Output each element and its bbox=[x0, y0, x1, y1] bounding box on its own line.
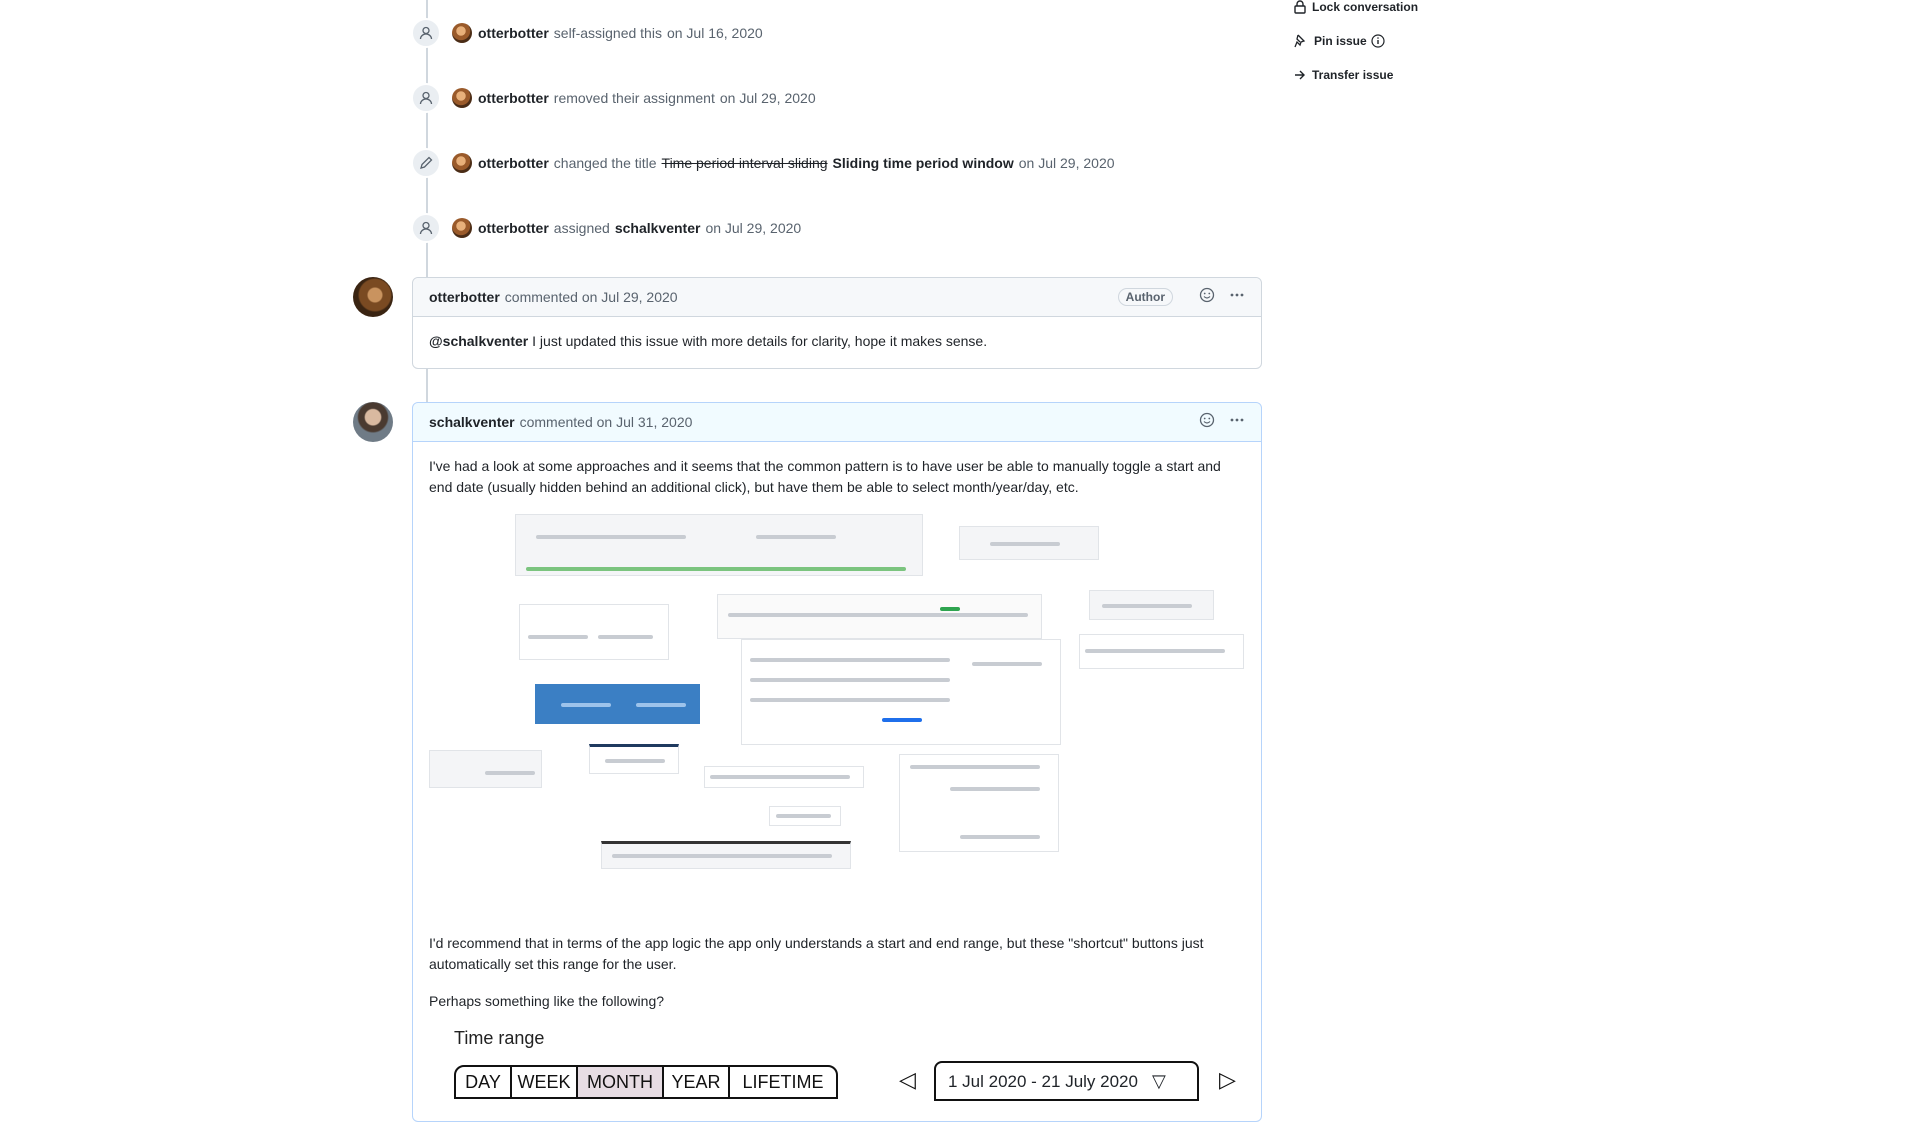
pencil-icon bbox=[411, 148, 441, 178]
comment: schalkventer commented on Jul 31, 2020 I… bbox=[412, 402, 1262, 1122]
event-actor[interactable]: otterbotter bbox=[478, 90, 549, 106]
timeline-event: otterbotter assigned schalkventer on Jul… bbox=[411, 212, 801, 244]
comment-meta[interactable]: commented on Jul 29, 2020 bbox=[505, 289, 678, 305]
triangle-down-icon: ▽ bbox=[1151, 1070, 1166, 1091]
avatar[interactable] bbox=[452, 218, 472, 238]
comment-author[interactable]: schalkventer bbox=[429, 414, 515, 430]
author-badge: Author bbox=[1117, 288, 1173, 306]
sketch-tab-lifetime: LIFETIME bbox=[728, 1065, 838, 1099]
comment-paragraph: I've had a look at some approaches and i… bbox=[429, 458, 1221, 495]
transfer-issue-label: Transfer issue bbox=[1312, 68, 1394, 82]
smiley-icon[interactable] bbox=[1199, 412, 1215, 433]
pin-icon bbox=[1294, 34, 1306, 48]
avatar[interactable] bbox=[452, 153, 472, 173]
avatar[interactable] bbox=[452, 88, 472, 108]
avatar[interactable] bbox=[353, 402, 393, 442]
comment-text: I just updated this issue with more deta… bbox=[528, 333, 988, 349]
old-title: Time period interval sliding bbox=[661, 155, 828, 171]
transfer-issue-link[interactable]: Transfer issue bbox=[1294, 68, 1393, 82]
person-icon bbox=[411, 213, 441, 243]
arrow-right-icon bbox=[1295, 70, 1305, 80]
smiley-icon[interactable] bbox=[1199, 287, 1215, 308]
event-text: assigned bbox=[553, 220, 610, 236]
info-icon[interactable] bbox=[1371, 34, 1385, 48]
lock-conversation-link[interactable]: Lock conversation bbox=[1294, 0, 1418, 14]
sketch-tab-year: YEAR bbox=[662, 1065, 730, 1099]
timeline-event: otterbotter self-assigned this on Jul 16… bbox=[411, 17, 763, 49]
pin-issue-label: Pin issue bbox=[1314, 34, 1367, 48]
comment-author[interactable]: otterbotter bbox=[429, 289, 500, 305]
comment-header: otterbotter commented on Jul 29, 2020 Au… bbox=[413, 278, 1261, 317]
timeline-event: otterbotter changed the title Time perio… bbox=[411, 147, 1115, 179]
event-date[interactable]: on Jul 29, 2020 bbox=[720, 90, 816, 106]
sketch-tab-day: DAY bbox=[454, 1065, 512, 1099]
avatar[interactable] bbox=[452, 23, 472, 43]
new-title: Sliding time period window bbox=[832, 155, 1014, 171]
event-text: changed the title bbox=[553, 155, 657, 171]
comment-meta[interactable]: commented on Jul 31, 2020 bbox=[520, 414, 693, 430]
sketch-tab-month: MONTH bbox=[576, 1065, 664, 1099]
event-text: removed their assignment bbox=[553, 90, 715, 106]
comment-body: @schalkventer I just updated this issue … bbox=[413, 317, 1261, 366]
sketch-title: Time range bbox=[454, 1028, 545, 1048]
event-actor[interactable]: otterbotter bbox=[478, 155, 549, 171]
person-icon bbox=[411, 83, 441, 113]
comment: otterbotter commented on Jul 29, 2020 Au… bbox=[412, 277, 1262, 369]
user-mention[interactable]: @schalkventer bbox=[429, 333, 528, 349]
person-icon bbox=[411, 18, 441, 48]
event-date[interactable]: on Jul 16, 2020 bbox=[667, 25, 763, 41]
date-picker-collage-image[interactable] bbox=[429, 514, 1245, 909]
comment-body: I've had a look at some approaches and i… bbox=[413, 442, 1261, 1123]
comment-header: schalkventer commented on Jul 31, 2020 bbox=[413, 403, 1261, 442]
lock-conversation-label: Lock conversation bbox=[1312, 0, 1419, 14]
timeline-event: otterbotter removed their assignment on … bbox=[411, 82, 816, 114]
event-actor[interactable]: otterbotter bbox=[478, 220, 549, 236]
sketch-tab-week: WEEK bbox=[510, 1065, 578, 1099]
event-text: self-assigned this bbox=[553, 25, 662, 41]
comment-paragraph: I'd recommend that in terms of the app l… bbox=[429, 935, 1204, 972]
kebab-horizontal-icon[interactable] bbox=[1229, 412, 1245, 433]
event-target[interactable]: schalkventer bbox=[615, 220, 701, 236]
event-date[interactable]: on Jul 29, 2020 bbox=[1019, 155, 1115, 171]
pin-issue-link[interactable]: Pin issue bbox=[1294, 34, 1391, 48]
kebab-horizontal-icon[interactable] bbox=[1229, 287, 1245, 308]
time-range-sketch-image[interactable]: Time range DAY WEEK MONTH YEAR LIFETIME … bbox=[429, 1028, 1245, 1109]
event-date[interactable]: on Jul 29, 2020 bbox=[705, 220, 801, 236]
comment-paragraph: Perhaps something like the following? bbox=[429, 993, 665, 1009]
avatar[interactable] bbox=[353, 277, 393, 317]
event-actor[interactable]: otterbotter bbox=[478, 25, 549, 41]
lock-icon bbox=[1294, 0, 1306, 14]
sketch-range-text: 1 Jul 2020 - 21 July 2020 bbox=[948, 1071, 1138, 1091]
sketch-date-range: 1 Jul 2020 - 21 July 2020 ▽ bbox=[934, 1061, 1199, 1101]
